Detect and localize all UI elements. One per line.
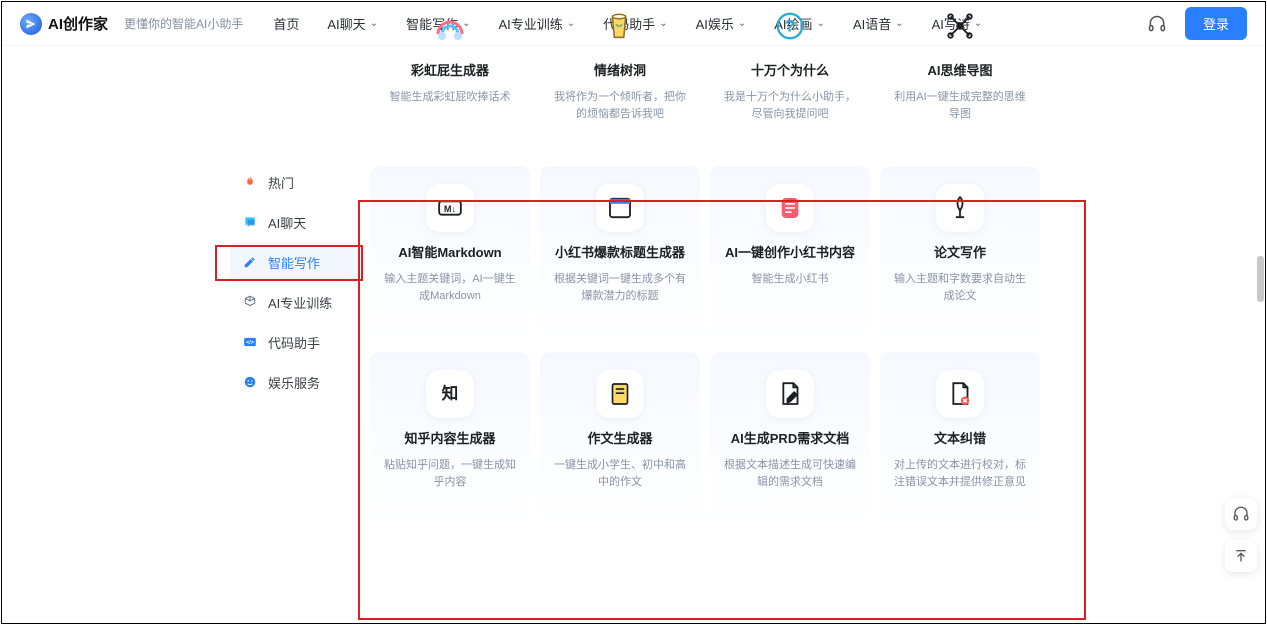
question-icon: ? <box>766 2 814 50</box>
chat-icon <box>242 214 258 230</box>
headset-icon[interactable] <box>1147 14 1167 34</box>
pen-icon <box>936 184 984 232</box>
sidebar-item-code[interactable]: </> 代码助手 <box>230 322 360 362</box>
logo-icon <box>20 13 42 35</box>
back-to-top-button[interactable] <box>1225 540 1257 572</box>
card-title: 作文生成器 <box>587 428 652 447</box>
mindmap-icon <box>936 2 984 50</box>
sidebar-item-label: 智能写作 <box>268 253 320 272</box>
card-title: 文本纠错 <box>934 428 986 447</box>
card-desc: 根据关键词一键生成多个有爆款潜力的标题 <box>554 271 686 304</box>
logo[interactable]: AI创作家 <box>20 13 108 35</box>
card-title: 知乎内容生成器 <box>404 428 495 447</box>
sidebar-item-training[interactable]: AI专业训练 <box>230 282 360 322</box>
sidebar-item-label: AI专业训练 <box>268 293 332 312</box>
svg-text:知: 知 <box>442 383 459 403</box>
card-title: 论文写作 <box>934 242 986 261</box>
sidebar-item-hot[interactable]: 热门 <box>230 162 360 202</box>
card-desc: 输入主题关键词，AI一键生成Markdown <box>384 271 516 304</box>
card-title: 十万个为什么 <box>751 60 829 79</box>
card-emotion[interactable]: 情绪树洞 我将作为一个倾听者，把你的烦恼都告诉我吧 <box>540 2 700 138</box>
card-thesis[interactable]: 论文写作 输入主题和字数要求自动生成论文 <box>880 166 1040 342</box>
sidebar-item-label: 娱乐服务 <box>268 373 320 392</box>
card-correction[interactable]: 文本纠错 对上传的文本进行校对，标注错误文本并提供修正意见 <box>880 352 1040 528</box>
file-edit-icon <box>766 370 814 418</box>
card-title: AI一键创作小红书内容 <box>725 242 855 261</box>
card-xhs-title[interactable]: 小红书爆款标题生成器 根据关键词一键生成多个有爆款潜力的标题 <box>540 166 700 342</box>
card-mindmap[interactable]: AI思维导图 利用AI一键生成完整的思维导图 <box>880 2 1040 138</box>
card-essay[interactable]: 作文生成器 一键生成小学生、初中和高中的作文 <box>540 352 700 528</box>
card-title: 小红书爆款标题生成器 <box>555 242 685 261</box>
card-desc: 利用AI一键生成完整的思维导图 <box>894 89 1026 122</box>
card-desc: 我将作为一个倾听者，把你的烦恼都告诉我吧 <box>554 89 686 122</box>
card-zhihu[interactable]: 知 知乎内容生成器 粘贴知乎问题，一键生成知乎内容 <box>370 352 530 528</box>
card-xhs-content[interactable]: AI一键创作小红书内容 智能生成小红书 <box>710 166 870 342</box>
sidebar: 热门 AI聊天 智能写作 AI专业训练 </> 代码助手 娱乐服务 <box>230 162 360 402</box>
tagline: 更懂你的智能AI小助手 <box>124 15 243 32</box>
sidebar-item-writing[interactable]: 智能写作 <box>230 242 360 282</box>
smile-icon <box>242 374 258 390</box>
card-desc: 输入主题和字数要求自动生成论文 <box>894 271 1026 304</box>
card-rainbow[interactable]: 彩虹屁生成器 智能生成彩虹屁吹捧话术 <box>370 2 530 138</box>
rainbow-icon <box>426 2 474 50</box>
card-markdown[interactable]: M↓ AI智能Markdown 输入主题关键词，AI一键生成Markdown <box>370 166 530 342</box>
card-desc: 对上传的文本进行校对，标注错误文本并提供修正意见 <box>894 457 1026 490</box>
card-title: AI生成PRD需求文档 <box>731 428 849 447</box>
card-desc: 一键生成小学生、初中和高中的作文 <box>554 457 686 490</box>
scrollbar-thumb[interactable] <box>1257 256 1264 302</box>
card-desc: 智能生成彩虹屁吹捧话术 <box>390 89 511 106</box>
card-desc: 智能生成小红书 <box>752 271 829 288</box>
content-grid: 彩虹屁生成器 智能生成彩虹屁吹捧话术 情绪树洞 我将作为一个倾听者，把你的烦恼都… <box>370 2 1070 538</box>
login-button[interactable]: 登录 <box>1185 7 1247 40</box>
card-desc: 我是十万个为什么小助手，尽管向我提问吧 <box>724 89 856 122</box>
svg-text:M↓: M↓ <box>444 204 456 214</box>
svg-text:?: ? <box>785 17 795 36</box>
card-title: AI思维导图 <box>927 60 992 79</box>
edit-icon <box>242 254 258 270</box>
zhihu-icon: 知 <box>426 370 474 418</box>
window-icon <box>596 184 644 232</box>
card-title: AI智能Markdown <box>398 242 501 261</box>
file-error-icon <box>936 370 984 418</box>
card-desc: 粘贴知乎问题，一键生成知乎内容 <box>384 457 516 490</box>
sidebar-item-label: AI聊天 <box>268 213 306 232</box>
sidebar-item-entertainment[interactable]: 娱乐服务 <box>230 362 360 402</box>
svg-text:</>: </> <box>246 340 254 346</box>
card-prd[interactable]: AI生成PRD需求文档 根据文本描述生成可快速编辑的需求文档 <box>710 352 870 528</box>
card-why[interactable]: ? 十万个为什么 我是十万个为什么小助手，尽管向我提问吧 <box>710 2 870 138</box>
note-icon <box>766 184 814 232</box>
support-button[interactable] <box>1225 498 1257 530</box>
fire-icon <box>242 174 258 190</box>
brand-name: AI创作家 <box>48 13 108 34</box>
card-title: 彩虹屁生成器 <box>411 60 489 79</box>
float-actions <box>1225 498 1257 572</box>
sidebar-item-label: 代码助手 <box>268 333 320 352</box>
cup-icon <box>596 2 644 50</box>
sidebar-item-label: 热门 <box>268 173 294 192</box>
cube-icon <box>242 294 258 310</box>
doc-icon <box>596 370 644 418</box>
sidebar-item-chat[interactable]: AI聊天 <box>230 202 360 242</box>
code-icon: </> <box>242 334 258 350</box>
nav-home[interactable]: 首页 <box>273 14 299 33</box>
card-title: 情绪树洞 <box>594 60 646 79</box>
card-desc: 根据文本描述生成可快速编辑的需求文档 <box>724 457 856 490</box>
markdown-icon: M↓ <box>426 184 474 232</box>
